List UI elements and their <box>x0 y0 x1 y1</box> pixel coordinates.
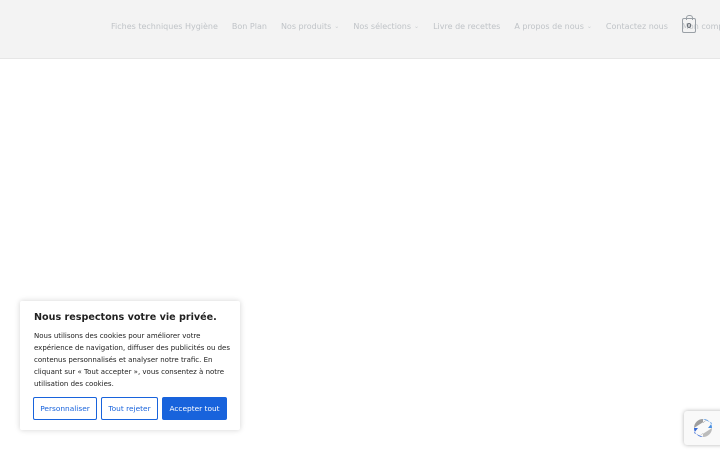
consent-title: Nous respectons votre vie privée. <box>34 312 217 323</box>
cookie-consent-banner: Nous respectons votre vie privée. Nous u… <box>20 301 240 430</box>
recaptcha-badge[interactable] <box>684 411 720 445</box>
nav-item-nos-produits[interactable]: Nos produits ⌄ <box>274 0 346 52</box>
consent-text: Nous utilisons des cookies pour améliore… <box>34 332 230 388</box>
cart-count: 0 <box>686 21 692 30</box>
site-header: Fiches techniques Hygiène Bon Plan Nos p… <box>0 0 720 59</box>
reject-all-button[interactable]: Tout rejeter <box>101 397 158 420</box>
nav-item-label: Nos sélections <box>353 21 412 31</box>
nav-item-label: Contactez nous <box>605 21 668 31</box>
cart-icon[interactable]: 0 <box>682 15 696 33</box>
main-nav: Fiches techniques Hygiène Bon Plan Nos p… <box>104 0 720 52</box>
recaptcha-icon <box>694 419 712 437</box>
nav-item-livre-de-recettes[interactable]: Livre de recettes <box>426 0 507 52</box>
nav-item-label: A propos de nous <box>514 21 584 31</box>
nav-item-label: Nos produits <box>280 21 332 31</box>
accept-all-button[interactable]: Accepter tout <box>162 397 227 420</box>
nav-item-fiches-techniques[interactable]: Fiches techniques Hygiène <box>104 0 225 52</box>
chevron-down-icon: ⌄ <box>414 22 420 30</box>
nav-item-nos-selections[interactable]: Nos sélections ⌄ <box>346 0 426 52</box>
nav-item-a-propos[interactable]: A propos de nous ⌄ <box>507 0 599 52</box>
customize-button[interactable]: Personnaliser <box>33 397 97 420</box>
nav-item-label: Livre de recettes <box>433 21 501 31</box>
chevron-down-icon: ⌄ <box>334 22 340 30</box>
nav-item-bon-plan[interactable]: Bon Plan <box>225 0 274 52</box>
nav-item-label: Fiches techniques Hygiène <box>111 21 218 31</box>
nav-item-contactez-nous[interactable]: Contactez nous <box>599 0 675 52</box>
nav-item-label: Bon Plan <box>231 21 267 31</box>
chevron-down-icon: ⌄ <box>586 22 592 30</box>
